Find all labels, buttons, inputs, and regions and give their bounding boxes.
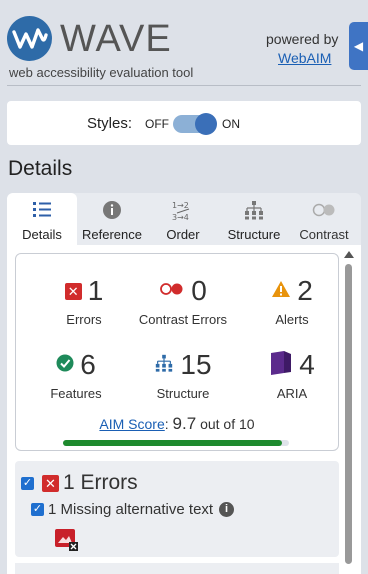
aim-score-bar xyxy=(63,440,289,446)
webaim-link[interactable]: WebAIM xyxy=(278,50,331,66)
tab-bar: Details Reference 1→2 3→4 Order Structur… xyxy=(7,193,361,245)
toggle-knob xyxy=(195,113,217,135)
errors-stat[interactable]: ✕ 1 Errors xyxy=(34,274,134,327)
alerts-stat[interactable]: 2 Alerts xyxy=(242,274,342,327)
errors-count: 1 xyxy=(87,275,104,306)
structure-icon xyxy=(221,199,287,225)
structure-count: 15 xyxy=(180,349,212,380)
details-title: Details xyxy=(8,157,73,180)
contrast-errors-stat[interactable]: 0 Contrast Errors xyxy=(128,274,238,327)
list-icon xyxy=(7,199,77,225)
structure-stat[interactable]: 15 Structure xyxy=(128,348,238,401)
list-item: ✓ 1 Missing alternative text i xyxy=(31,501,235,518)
styles-on-label: ON xyxy=(222,117,240,131)
order-icon: 1→2 3→4 xyxy=(147,199,219,225)
contrast-error-icon xyxy=(159,282,185,301)
tab-details[interactable]: Details xyxy=(7,193,77,245)
errors-heading: ✓ ✕ 1 Errors xyxy=(21,471,138,495)
collapse-panel-button[interactable]: ◀ xyxy=(349,22,368,70)
info-icon[interactable]: i xyxy=(219,502,235,517)
scroll-thumb[interactable] xyxy=(345,264,352,564)
error-icon: ✕ xyxy=(64,282,82,300)
styles-label: Styles: xyxy=(87,115,133,132)
errors-section-title: 1 Errors xyxy=(63,471,138,494)
errors-label: Errors xyxy=(66,312,102,327)
tab-label: Contrast xyxy=(299,227,349,242)
summary-card: ✕ 1 Errors 0 Contrast Errors 2 Alerts 6 … xyxy=(15,253,339,451)
tab-reference[interactable]: Reference xyxy=(79,193,145,245)
info-icon xyxy=(79,199,145,225)
error-icon: ✕ xyxy=(42,474,59,492)
aria-icon xyxy=(269,350,293,381)
svg-text:1→2: 1→2 xyxy=(172,201,189,210)
errors-section: ✓ ✕ 1 Errors ✓ 1 Missing alternative tex… xyxy=(15,461,339,557)
contrast-errors-count: 0 xyxy=(191,275,207,306)
divider xyxy=(7,85,361,86)
alerts-label: Alerts xyxy=(275,312,309,327)
details-panel: ✕ 1 Errors 0 Contrast Errors 2 Alerts 6 … xyxy=(7,245,361,574)
aim-score-suffix: out of 10 xyxy=(200,416,255,432)
tagline: web accessibility evaluation tool xyxy=(9,65,194,80)
powered-by-text: powered by xyxy=(266,31,339,47)
tab-label: Structure xyxy=(227,227,281,242)
styles-toggle-switch[interactable] xyxy=(173,113,217,135)
tab-label: Reference xyxy=(82,227,142,242)
wave-logo-icon xyxy=(7,16,52,61)
aim-score-separator: : xyxy=(164,416,169,432)
aria-count: 4 xyxy=(299,349,315,380)
header: WAVE web accessibility evaluation tool p… xyxy=(0,0,368,88)
scrollbar[interactable] xyxy=(342,251,354,574)
aim-score-value: 9.7 xyxy=(172,414,197,433)
aria-stat[interactable]: 4 ARIA xyxy=(242,348,342,401)
tab-order[interactable]: 1→2 3→4 Order xyxy=(147,193,219,245)
scroll-up-arrow-icon[interactable] xyxy=(344,251,354,258)
features-count: 6 xyxy=(80,349,96,380)
alert-icon xyxy=(271,280,291,303)
missing-alt-label: 1 Missing alternative text xyxy=(48,501,214,518)
checkmark-icon xyxy=(56,354,74,377)
aim-score-link[interactable]: AIM Score xyxy=(99,416,164,432)
svg-text:3→4: 3→4 xyxy=(172,213,189,222)
contrast-errors-label: Contrast Errors xyxy=(138,312,228,327)
tab-contrast[interactable]: Contrast xyxy=(289,193,359,245)
aria-label: ARIA xyxy=(276,386,308,401)
features-stat[interactable]: 6 Features xyxy=(26,348,126,401)
tab-structure[interactable]: Structure xyxy=(221,193,287,245)
errors-checkbox[interactable]: ✓ xyxy=(21,476,34,490)
structure-icon xyxy=(154,353,174,378)
tab-label: Details xyxy=(22,227,62,242)
alerts-count: 2 xyxy=(297,275,313,306)
next-section xyxy=(15,563,339,574)
aim-score-line: AIM Score: 9.7 out of 10 xyxy=(16,414,338,434)
styles-toggle-box: Styles: OFF ON xyxy=(7,101,361,145)
contrast-icon xyxy=(289,199,359,225)
structure-label: Structure xyxy=(156,386,210,401)
missing-alt-checkbox[interactable]: ✓ xyxy=(31,503,44,516)
logo-text: WAVE xyxy=(60,18,172,60)
styles-off-label: OFF xyxy=(145,117,169,131)
missing-alt-text-icon[interactable] xyxy=(55,529,79,551)
chevron-left-icon: ◀ xyxy=(353,39,364,53)
aim-score-bar-fill xyxy=(63,440,283,446)
tab-label: Order xyxy=(166,227,200,242)
features-label: Features xyxy=(50,386,102,401)
